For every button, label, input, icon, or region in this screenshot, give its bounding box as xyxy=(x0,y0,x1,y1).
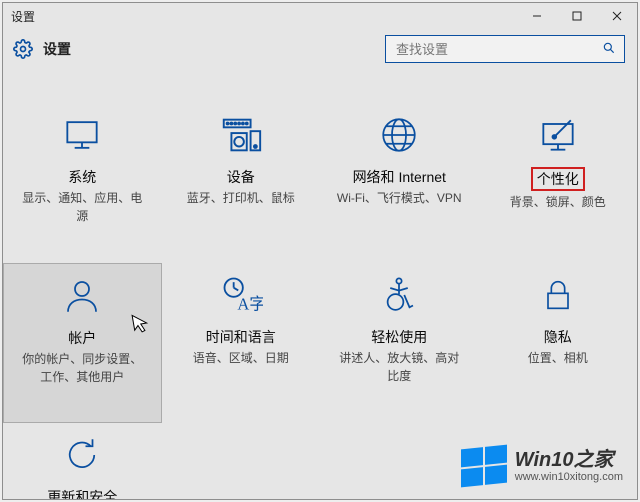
tile-network[interactable]: 网络和 Internet Wi-Fi、飞行模式、VPN xyxy=(320,103,479,263)
window-title: 设置 xyxy=(11,8,517,25)
tile-desc: 蓝牙、打印机、鼠标 xyxy=(187,189,295,207)
maximize-button[interactable] xyxy=(557,3,597,29)
tile-system[interactable]: 系统 显示、通知、应用、电源 xyxy=(3,103,162,263)
tile-time-language[interactable]: A字 时间和语言 语音、区域、日期 xyxy=(162,263,321,423)
tile-desc: Wi-Fi、飞行模式、VPN xyxy=(337,189,462,207)
tile-title: 设备 xyxy=(227,167,255,187)
close-button[interactable] xyxy=(597,3,637,29)
brand-watermark: Win10之家 www.win10xitong.com xyxy=(461,447,623,485)
header: 设置 xyxy=(3,29,637,69)
tile-title: 隐私 xyxy=(544,327,572,347)
tile-desc: 语音、区域、日期 xyxy=(193,349,289,367)
monitor-icon xyxy=(56,109,108,161)
person-icon xyxy=(56,270,108,322)
tile-accounts[interactable]: 帐户 你的帐户、同步设置、工作、其他用户 xyxy=(3,263,162,423)
search-icon xyxy=(602,41,616,58)
tile-title: 轻松使用 xyxy=(371,327,427,347)
personalization-icon xyxy=(532,109,584,161)
brand-url: www.win10xitong.com xyxy=(515,471,623,483)
update-icon xyxy=(56,429,108,481)
tile-title: 网络和 Internet xyxy=(353,167,446,187)
tile-devices[interactable]: 设备 蓝牙、打印机、鼠标 xyxy=(162,103,321,263)
gear-icon xyxy=(13,39,33,59)
tile-desc: 讲述人、放大镜、高对比度 xyxy=(334,349,464,385)
tile-title: 时间和语言 xyxy=(206,327,276,347)
tile-desc: 你的帐户、同步设置、工作、其他用户 xyxy=(17,350,147,386)
windows-logo-icon xyxy=(461,445,507,488)
tile-desc: 显示、通知、应用、电源 xyxy=(17,189,147,225)
tile-update-security[interactable]: 更新和安全 xyxy=(3,423,162,499)
search-input[interactable] xyxy=(394,41,602,58)
tile-desc: 位置、相机 xyxy=(528,349,588,367)
tile-title: 系统 xyxy=(68,167,96,187)
tile-privacy[interactable]: 隐私 位置、相机 xyxy=(479,263,638,423)
titlebar: 设置 xyxy=(3,3,637,29)
svg-text:A字: A字 xyxy=(237,295,263,314)
page-title: 设置 xyxy=(43,39,375,59)
tile-title: 更新和安全 xyxy=(47,487,117,499)
accessibility-icon xyxy=(373,269,425,321)
settings-window: 设置 设置 系统 xyxy=(2,2,638,500)
tile-desc: 背景、锁屏、颜色 xyxy=(510,193,606,211)
tile-ease-of-access[interactable]: 轻松使用 讲述人、放大镜、高对比度 xyxy=(320,263,479,423)
minimize-button[interactable] xyxy=(517,3,557,29)
devices-icon xyxy=(215,109,267,161)
category-grid: 系统 显示、通知、应用、电源 设备 蓝牙、打印机、鼠标 xyxy=(3,69,637,499)
tile-personalization[interactable]: 个性化 背景、锁屏、颜色 xyxy=(479,103,638,263)
time-language-icon: A字 xyxy=(215,269,267,321)
globe-icon xyxy=(373,109,425,161)
brand-name: Win10之家 xyxy=(515,449,623,471)
lock-icon xyxy=(532,269,584,321)
tile-title: 个性化 xyxy=(531,167,585,191)
search-box[interactable] xyxy=(385,35,625,63)
tile-title: 帐户 xyxy=(68,328,96,348)
